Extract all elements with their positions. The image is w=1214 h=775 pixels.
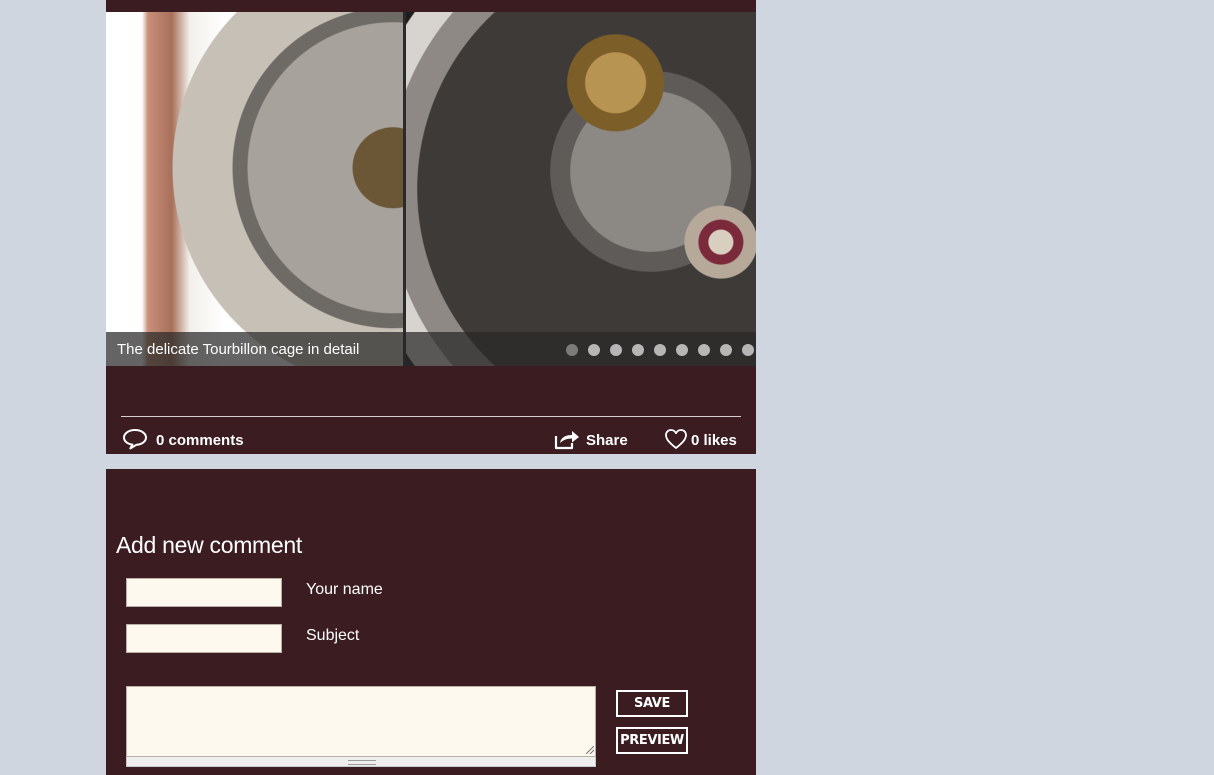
comment-form: Add new comment Your name Subject SAVE P…	[106, 469, 756, 775]
comment-form-title: Add new comment	[116, 532, 302, 558]
resize-corner-icon[interactable]	[586, 746, 594, 754]
like-link[interactable]: 0 likes	[664, 422, 737, 450]
slide-caption-bar: The delicate Tourbillon cage in detail	[106, 332, 756, 366]
subject-label: Subject	[306, 627, 360, 644]
speech-bubble-icon	[122, 428, 148, 450]
comment-body-textarea[interactable]	[126, 686, 596, 757]
slide-dot-7[interactable]	[698, 344, 710, 356]
slide-dot-4[interactable]	[632, 344, 644, 356]
slide-dot-9[interactable]	[742, 344, 754, 356]
share-link[interactable]: Share	[554, 422, 628, 450]
likes-count-label: 0 likes	[691, 432, 737, 449]
heart-icon	[664, 428, 688, 450]
comments-link[interactable]: 0 comments	[122, 422, 244, 450]
slide-image-watch-bezel	[106, 12, 405, 366]
slide-dot-5[interactable]	[654, 344, 666, 356]
name-label: Your name	[306, 581, 383, 598]
slide-dot-3[interactable]	[610, 344, 622, 356]
image-slideshow[interactable]: The delicate Tourbillon cage in detail	[106, 12, 756, 366]
article-card: The delicate Tourbillon cage in detail 0…	[106, 0, 756, 454]
slide-caption: The delicate Tourbillon cage in detail	[117, 341, 360, 358]
comment-body-wrapper	[126, 686, 596, 767]
page: The delicate Tourbillon cage in detail 0…	[0, 0, 1214, 775]
slide-divider	[403, 12, 406, 366]
name-input[interactable]	[126, 578, 282, 607]
save-button[interactable]: SAVE	[616, 690, 688, 717]
slide-dot-2[interactable]	[588, 344, 600, 356]
comments-count-label: 0 comments	[156, 432, 244, 449]
preview-button[interactable]: PREVIEW	[616, 727, 688, 754]
slide-pager	[566, 344, 754, 356]
share-arrow-icon	[554, 428, 581, 450]
share-label: Share	[586, 432, 628, 449]
slide-dot-1[interactable]	[566, 344, 578, 356]
slide-image-watch-movement	[405, 12, 756, 366]
subject-input[interactable]	[126, 624, 282, 653]
slide-dot-6[interactable]	[676, 344, 688, 356]
meta-divider	[121, 416, 741, 417]
slide-dot-8[interactable]	[720, 344, 732, 356]
textarea-resize-handle[interactable]	[126, 757, 596, 767]
